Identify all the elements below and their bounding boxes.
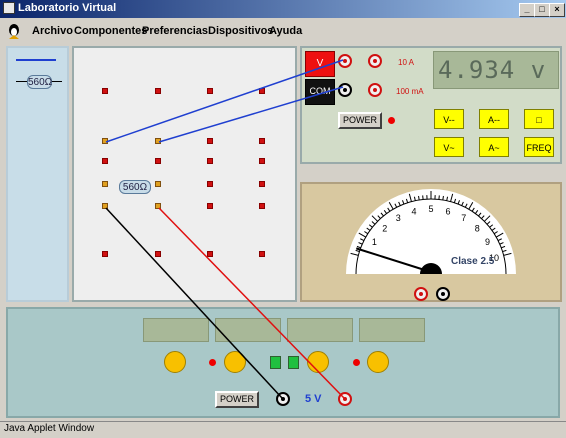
com-label: COM xyxy=(306,86,334,96)
ps-green-button-2[interactable] xyxy=(288,356,299,369)
ps-led-2 xyxy=(353,359,360,366)
gauge-tick-label: 4 xyxy=(412,206,417,216)
breadboard-node[interactable] xyxy=(102,251,108,257)
window-title: Laboratorio Virtual xyxy=(18,2,116,14)
breadboard-panel: 560Ω xyxy=(72,46,297,302)
breadboard-node[interactable] xyxy=(207,88,213,94)
menu-archivo[interactable]: Archivo xyxy=(32,25,73,37)
wire-tool[interactable] xyxy=(16,59,56,61)
breadboard-node[interactable] xyxy=(102,158,108,164)
v-jack[interactable] xyxy=(338,54,352,68)
breadboard-node[interactable] xyxy=(259,251,265,257)
breadboard-node[interactable] xyxy=(155,203,161,209)
v-label: V xyxy=(306,58,334,69)
gauge-red-jack[interactable] xyxy=(414,287,428,301)
mm-display-value: 4.934 v xyxy=(438,56,546,84)
btn-square[interactable]: □ xyxy=(524,109,554,129)
menu-ayuda[interactable]: Ayuda xyxy=(269,25,302,37)
power-supply-panel: POWER 5 V xyxy=(6,307,560,418)
breadboard-node[interactable] xyxy=(155,181,161,187)
gauge-face: 12345678910 xyxy=(302,184,560,300)
ps-knob-4[interactable] xyxy=(367,351,389,373)
menu-componentes[interactable]: Componentes xyxy=(74,25,147,37)
gauge-tick-label: 7 xyxy=(461,213,466,223)
breadboard-node[interactable] xyxy=(259,181,265,187)
board-resistor-label: 560Ω xyxy=(119,180,151,194)
btn-v-ac[interactable]: V~ xyxy=(434,137,464,157)
breadboard-node[interactable] xyxy=(207,181,213,187)
close-button[interactable]: × xyxy=(549,3,565,17)
gauge-tick-label: 5 xyxy=(428,204,433,214)
breadboard-node[interactable] xyxy=(207,251,213,257)
breadboard-node[interactable] xyxy=(102,138,108,144)
v-jack-block: V xyxy=(305,51,335,77)
mm-power-button[interactable]: POWER xyxy=(338,112,382,129)
breadboard-node[interactable] xyxy=(155,88,161,94)
multimeter-panel: V COM 10 A 100 mA POWER 4.934 v V-- A-- … xyxy=(300,46,562,164)
range-100ma-label: 100 mA xyxy=(396,87,424,96)
menu-preferencias[interactable]: Preferencias xyxy=(142,25,208,37)
maximize-button[interactable]: □ xyxy=(534,3,550,17)
gauge-black-jack[interactable] xyxy=(436,287,450,301)
gauge-tick-label: 2 xyxy=(382,223,387,233)
ps-red-jack[interactable] xyxy=(338,392,352,406)
menu-bar: Archivo Componentes Preferencias Disposi… xyxy=(0,18,566,44)
breadboard-node[interactable] xyxy=(102,88,108,94)
breadboard-node[interactable] xyxy=(259,138,265,144)
btn-freq[interactable]: FREQ xyxy=(524,137,554,157)
status-text: Java Applet Window xyxy=(4,423,94,434)
breadboard-node[interactable] xyxy=(155,138,161,144)
gauge-tick-label: 3 xyxy=(396,213,401,223)
breadboard-node[interactable] xyxy=(102,203,108,209)
gauge-tick xyxy=(443,196,444,200)
gauge-tick-label: 6 xyxy=(445,206,450,216)
mm-power-led xyxy=(388,117,395,124)
ps-voltage-label: 5 V xyxy=(305,393,322,405)
gauge-tick-label: 9 xyxy=(485,237,490,247)
range-10a-label: 10 A xyxy=(398,58,414,67)
btn-a-ac[interactable]: A~ xyxy=(479,137,509,157)
title-bar: Laboratorio Virtual _ □ × xyxy=(0,0,566,18)
status-bar: Java Applet Window xyxy=(0,421,566,438)
breadboard-node[interactable] xyxy=(259,88,265,94)
breadboard-node[interactable] xyxy=(207,203,213,209)
tux-logo-icon xyxy=(5,22,23,40)
minimize-button[interactable]: _ xyxy=(519,3,535,17)
app-icon xyxy=(3,2,15,14)
gauge-tick-label: 1 xyxy=(372,237,377,247)
ps-knob-1[interactable] xyxy=(164,351,186,373)
breadboard-node[interactable] xyxy=(259,203,265,209)
gauge-tick xyxy=(419,196,420,200)
ps-green-button-1[interactable] xyxy=(270,356,281,369)
menu-dispositivos[interactable]: Dispositivos xyxy=(208,25,273,37)
breadboard-node[interactable] xyxy=(259,158,265,164)
com-jack[interactable] xyxy=(338,83,352,97)
ps-display-3 xyxy=(287,318,353,342)
ps-display-4 xyxy=(359,318,425,342)
ps-power-button[interactable]: POWER xyxy=(215,391,259,408)
ps-black-jack[interactable] xyxy=(276,392,290,406)
ps-led-1 xyxy=(209,359,216,366)
mm-display: 4.934 v xyxy=(433,51,559,89)
com-jack-block: COM xyxy=(305,79,335,105)
gauge-tick-label: 8 xyxy=(475,223,480,233)
btn-a-dc[interactable]: A-- xyxy=(479,109,509,129)
breadboard-node[interactable] xyxy=(155,158,161,164)
breadboard-node[interactable] xyxy=(207,138,213,144)
breadboard-node[interactable] xyxy=(102,181,108,187)
component-palette: 560Ω xyxy=(6,46,69,302)
10a-jack[interactable] xyxy=(368,54,382,68)
resistor-tool[interactable]: 560Ω xyxy=(16,75,62,89)
ps-display-1 xyxy=(143,318,209,342)
analog-gauge-panel: 12345678910 Clase 2.5 xyxy=(300,182,562,302)
breadboard-node[interactable] xyxy=(155,251,161,257)
btn-v-dc[interactable]: V-- xyxy=(434,109,464,129)
gauge-class-label: Clase 2.5 xyxy=(451,256,494,267)
100ma-jack[interactable] xyxy=(368,83,382,97)
ps-knob-2[interactable] xyxy=(224,351,246,373)
ps-knob-3[interactable] xyxy=(307,351,329,373)
resistor-tool-label: 560Ω xyxy=(27,75,52,89)
breadboard-node[interactable] xyxy=(207,158,213,164)
ps-display-2 xyxy=(215,318,281,342)
